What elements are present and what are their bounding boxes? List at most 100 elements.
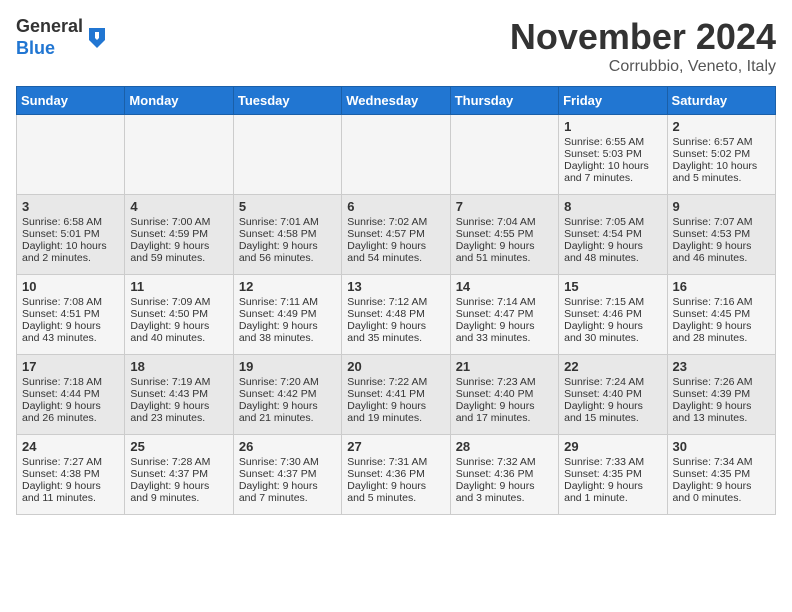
day-number: 2	[673, 119, 770, 134]
calendar-table: SundayMondayTuesdayWednesdayThursdayFrid…	[16, 86, 776, 515]
day-info: Sunrise: 7:14 AM	[456, 296, 553, 308]
day-info: Daylight: 9 hours and 43 minutes.	[22, 320, 119, 344]
day-info: Sunrise: 7:19 AM	[130, 376, 227, 388]
day-info: Sunset: 5:01 PM	[22, 228, 119, 240]
day-info: Sunset: 4:53 PM	[673, 228, 770, 240]
calendar-cell: 25Sunrise: 7:28 AMSunset: 4:37 PMDayligh…	[125, 435, 233, 515]
calendar-cell	[450, 115, 558, 195]
calendar-cell: 22Sunrise: 7:24 AMSunset: 4:40 PMDayligh…	[559, 355, 667, 435]
day-number: 28	[456, 439, 553, 454]
calendar-cell: 15Sunrise: 7:15 AMSunset: 4:46 PMDayligh…	[559, 275, 667, 355]
calendar-header-sunday: Sunday	[17, 87, 125, 115]
day-info: Sunrise: 7:34 AM	[673, 456, 770, 468]
day-info: Daylight: 9 hours and 59 minutes.	[130, 240, 227, 264]
calendar-cell: 27 Sunrise: 7:31 AMSunset: 4:36 PMDayligh…	[342, 435, 450, 515]
calendar-cell: 11Sunrise: 7:09 AMSunset: 4:50 PMDayligh…	[125, 275, 233, 355]
day-info: Sunrise: 7:08 AM	[22, 296, 119, 308]
day-info: Daylight: 10 hours and 5 minutes.	[673, 160, 770, 184]
calendar-cell: 7Sunrise: 7:04 AMSunset: 4:55 PMDaylight…	[450, 195, 558, 275]
day-info: Daylight: 9 hours and 15 minutes.	[564, 400, 661, 424]
day-info: Daylight: 9 hours and 28 minutes.	[673, 320, 770, 344]
calendar-cell: 26Sunrise: 7:30 AMSunset: 4:37 PMDayligh…	[233, 435, 341, 515]
day-number: 16	[673, 279, 770, 294]
day-info: Daylight: 9 hours and 17 minutes.	[456, 400, 553, 424]
calendar-cell	[342, 115, 450, 195]
day-number: 8	[564, 199, 661, 214]
day-info: Sunset: 4:35 PM	[564, 468, 661, 480]
day-info: Daylight: 9 hours and 26 minutes.	[22, 400, 119, 424]
day-info: Daylight: 9 hours and 13 minutes.	[673, 400, 770, 424]
day-info: Sunset: 4:41 PM	[347, 388, 444, 400]
calendar-cell: 8 Sunrise: 7:05 AMSunset: 4:54 PMDaylight…	[559, 195, 667, 275]
day-info: Sunset: 4:36 PM	[347, 468, 444, 480]
day-info: Sunrise: 7:02 AM	[347, 216, 444, 228]
day-info: Sunrise: 7:27 AM	[22, 456, 119, 468]
calendar-cell: 10Sunrise: 7:08 AMSunset: 4:51 PMDayligh…	[17, 275, 125, 355]
calendar-cell: 28Sunrise: 7:32 AMSunset: 4:36 PMDayligh…	[450, 435, 558, 515]
title-area: November 2024 Corrubbio, Veneto, Italy	[510, 16, 776, 76]
calendar-cell: 14Sunrise: 7:14 AMSunset: 4:47 PMDayligh…	[450, 275, 558, 355]
logo-icon	[85, 24, 109, 52]
day-number: 17	[22, 359, 119, 374]
day-info: Sunset: 4:47 PM	[456, 308, 553, 320]
day-info: Daylight: 9 hours and 51 minutes.	[456, 240, 553, 264]
calendar-week-row: 24Sunrise: 7:27 AMSunset: 4:38 PMDayligh…	[17, 435, 776, 515]
day-info: Daylight: 9 hours and 46 minutes.	[673, 240, 770, 264]
day-number: 5	[239, 199, 336, 214]
day-info: Sunset: 4:59 PM	[130, 228, 227, 240]
day-number: 24	[22, 439, 119, 454]
calendar-cell: 5Sunrise: 7:01 AMSunset: 4:58 PMDaylight…	[233, 195, 341, 275]
day-info: Sunrise: 7:00 AM	[130, 216, 227, 228]
day-info: Sunset: 4:39 PM	[673, 388, 770, 400]
day-info: Daylight: 9 hours and 56 minutes.	[239, 240, 336, 264]
calendar-header-saturday: Saturday	[667, 87, 775, 115]
calendar-week-row: 3Sunrise: 6:58 AMSunset: 5:01 PMDaylight…	[17, 195, 776, 275]
day-info: Daylight: 9 hours and 5 minutes.	[347, 480, 444, 504]
logo-text: General Blue	[16, 16, 83, 59]
day-info: Sunrise: 7:16 AM	[673, 296, 770, 308]
day-info: Sunset: 4:55 PM	[456, 228, 553, 240]
day-number: 21	[456, 359, 553, 374]
calendar-cell	[233, 115, 341, 195]
calendar-cell: 2Sunrise: 6:57 AMSunset: 5:02 PMDaylight…	[667, 115, 775, 195]
day-number: 23	[673, 359, 770, 374]
calendar-week-row: 17Sunrise: 7:18 AMSunset: 4:44 PMDayligh…	[17, 355, 776, 435]
day-info: Sunrise: 7:31 AM	[347, 456, 444, 468]
day-number: 18	[130, 359, 227, 374]
calendar-header-friday: Friday	[559, 87, 667, 115]
day-info: Daylight: 9 hours and 40 minutes.	[130, 320, 227, 344]
day-info: Sunrise: 7:15 AM	[564, 296, 661, 308]
day-info: Sunrise: 7:05 AM	[564, 216, 661, 228]
day-number: 14	[456, 279, 553, 294]
calendar-cell: 6Sunrise: 7:02 AMSunset: 4:57 PMDaylight…	[342, 195, 450, 275]
calendar-week-row: 1Sunrise: 6:55 AMSunset: 5:03 PMDaylight…	[17, 115, 776, 195]
calendar-cell: 30Sunrise: 7:34 AMSunset: 4:35 PMDayligh…	[667, 435, 775, 515]
calendar-cell: 29Sunrise: 7:33 AMSunset: 4:35 PMDayligh…	[559, 435, 667, 515]
day-info: Sunrise: 7:20 AM	[239, 376, 336, 388]
day-info: Sunset: 4:40 PM	[564, 388, 661, 400]
day-info: Sunset: 4:54 PM	[564, 228, 661, 240]
calendar-header-thursday: Thursday	[450, 87, 558, 115]
calendar-cell: 4Sunrise: 7:00 AMSunset: 4:59 PMDaylight…	[125, 195, 233, 275]
day-info: Sunrise: 7:23 AM	[456, 376, 553, 388]
calendar-cell: 16 Sunrise: 7:16 AMSunset: 4:45 PMDayligh…	[667, 275, 775, 355]
day-info: Daylight: 9 hours and 9 minutes.	[130, 480, 227, 504]
day-info: Daylight: 9 hours and 38 minutes.	[239, 320, 336, 344]
calendar-cell	[125, 115, 233, 195]
calendar-cell: 19Sunrise: 7:20 AMSunset: 4:42 PMDayligh…	[233, 355, 341, 435]
day-number: 22	[564, 359, 661, 374]
calendar-cell	[17, 115, 125, 195]
day-info: Sunrise: 7:18 AM	[22, 376, 119, 388]
page-header: General Blue November 2024 Corrubbio, Ve…	[16, 16, 776, 76]
day-info: Sunset: 4:51 PM	[22, 308, 119, 320]
day-info: Sunset: 4:35 PM	[673, 468, 770, 480]
day-info: Daylight: 9 hours and 19 minutes.	[347, 400, 444, 424]
day-info: Sunset: 5:03 PM	[564, 148, 661, 160]
day-info: Daylight: 9 hours and 11 minutes.	[22, 480, 119, 504]
day-info: Daylight: 9 hours and 48 minutes.	[564, 240, 661, 264]
day-number: 27	[347, 439, 444, 454]
day-info: Daylight: 9 hours and 35 minutes.	[347, 320, 444, 344]
day-number: 3	[22, 199, 119, 214]
day-info: Sunset: 4:37 PM	[239, 468, 336, 480]
day-info: Sunset: 4:45 PM	[673, 308, 770, 320]
